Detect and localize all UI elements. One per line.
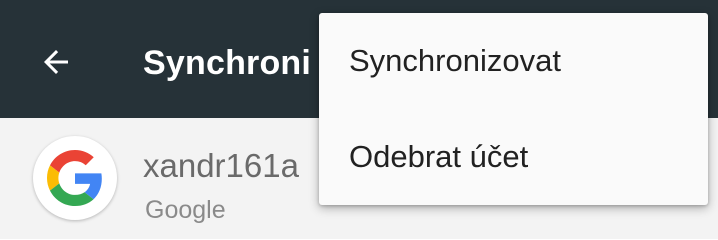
account-type: Google xyxy=(145,196,226,224)
avatar xyxy=(33,136,117,220)
account-email: xandr161a xyxy=(143,147,299,184)
page-title: Synchroni xyxy=(143,44,312,82)
google-logo-icon xyxy=(47,150,102,206)
menu-item-remove-account[interactable]: Odebrat účet xyxy=(319,109,708,205)
sync-settings-screen: Synchroni xandr161a Google Synchronizova… xyxy=(0,0,718,239)
back-button[interactable] xyxy=(30,36,82,88)
overflow-menu: Synchronizovat Odebrat účet xyxy=(319,13,708,205)
arrow-back-icon xyxy=(44,50,68,74)
menu-item-sync-now[interactable]: Synchronizovat xyxy=(319,13,708,109)
